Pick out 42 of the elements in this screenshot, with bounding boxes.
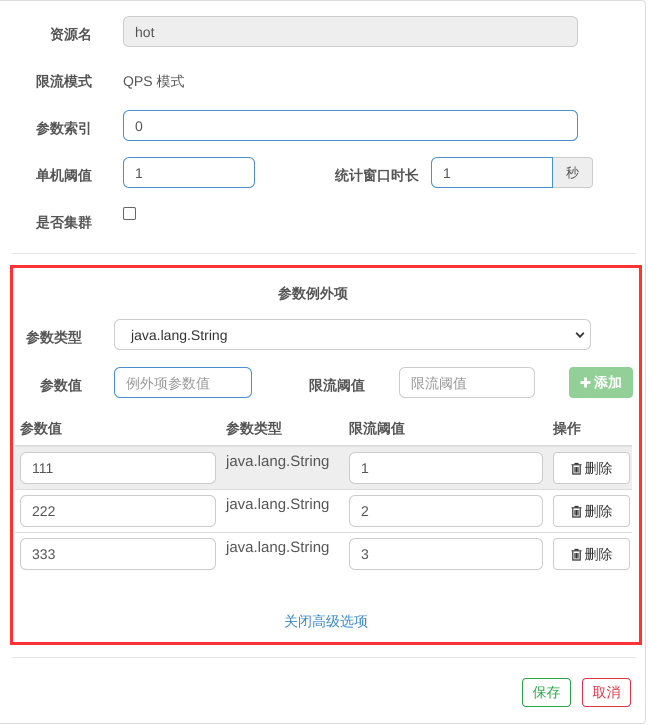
field-label: 限流阈值 — [308, 376, 365, 395]
field-label: 统计窗口时长 — [334, 166, 419, 185]
param-type-text: java.lang.String — [226, 496, 330, 513]
param-type-text: java.lang.String — [226, 453, 330, 470]
delete-button[interactable]: 删除 — [553, 495, 630, 527]
delete-button[interactable]: 删除 — [553, 538, 630, 570]
limit-field[interactable]: 1 — [349, 452, 543, 484]
chevron-down-icon — [575, 330, 585, 338]
field-label: 单机阈值 — [35, 166, 92, 185]
param-index-field[interactable]: 0 — [123, 110, 578, 141]
delete-button[interactable]: 删除 — [553, 452, 630, 484]
section-title: 参数例外项 — [277, 284, 349, 303]
value-field[interactable]: 333 — [20, 538, 216, 570]
value-field[interactable]: 222 — [20, 495, 216, 527]
limit-field[interactable]: 3 — [349, 538, 543, 570]
cluster-checkbox[interactable] — [123, 207, 136, 220]
mode-value: QPS 模式 — [123, 72, 184, 90]
param-value-field[interactable]: 例外项参数值 — [114, 367, 252, 398]
field-label: 限流模式 — [35, 72, 92, 91]
unit-addon: 秒 — [553, 157, 593, 188]
limit-field[interactable]: 2 — [349, 495, 543, 527]
close-advanced-link[interactable]: 关闭高级选项 — [284, 611, 368, 631]
column-header: 参数类型 — [225, 419, 283, 438]
window-field[interactable]: 1 — [431, 157, 553, 188]
trash-icon — [570, 462, 582, 474]
field-label: 资源名 — [49, 25, 92, 44]
column-header: 参数值 — [19, 419, 63, 438]
value-field[interactable]: 111 — [20, 452, 216, 484]
field-label: 参数类型 — [25, 328, 82, 347]
trash-icon — [570, 548, 582, 560]
plus-icon — [580, 377, 591, 388]
param-type-text: java.lang.String — [226, 539, 330, 556]
column-header: 操作 — [552, 419, 582, 438]
trash-icon — [570, 504, 582, 518]
field-label: 是否集群 — [35, 213, 92, 232]
threshold-field[interactable]: 1 — [123, 157, 255, 188]
field-label: 参数值 — [39, 376, 82, 395]
cancel-button[interactable]: 取消 — [582, 678, 631, 707]
field-label: 参数索引 — [35, 119, 92, 138]
column-header: 限流阈值 — [348, 419, 406, 438]
type-select[interactable]: java.lang.String — [114, 319, 591, 350]
limit-field[interactable]: 限流阈值 — [399, 367, 535, 398]
